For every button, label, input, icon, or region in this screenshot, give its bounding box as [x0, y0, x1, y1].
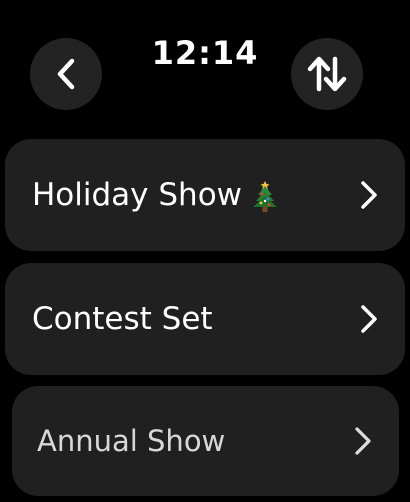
sort-button[interactable] [291, 38, 363, 110]
list-item-label: Holiday Show [32, 177, 243, 213]
christmas-tree-icon [253, 181, 278, 212]
list-item-holiday-show[interactable]: Holiday Show [5, 139, 405, 251]
list-item-label: Annual Show [37, 424, 226, 458]
list-item-label: Contest Set [32, 301, 213, 337]
sort-arrows-icon [307, 56, 347, 92]
chevron-right-icon [361, 181, 377, 209]
chevron-right-icon [361, 305, 377, 333]
chevron-right-icon [355, 427, 371, 455]
list-item-annual-show[interactable]: Annual Show [12, 386, 399, 496]
list-item-contest-set[interactable]: Contest Set [5, 263, 405, 375]
